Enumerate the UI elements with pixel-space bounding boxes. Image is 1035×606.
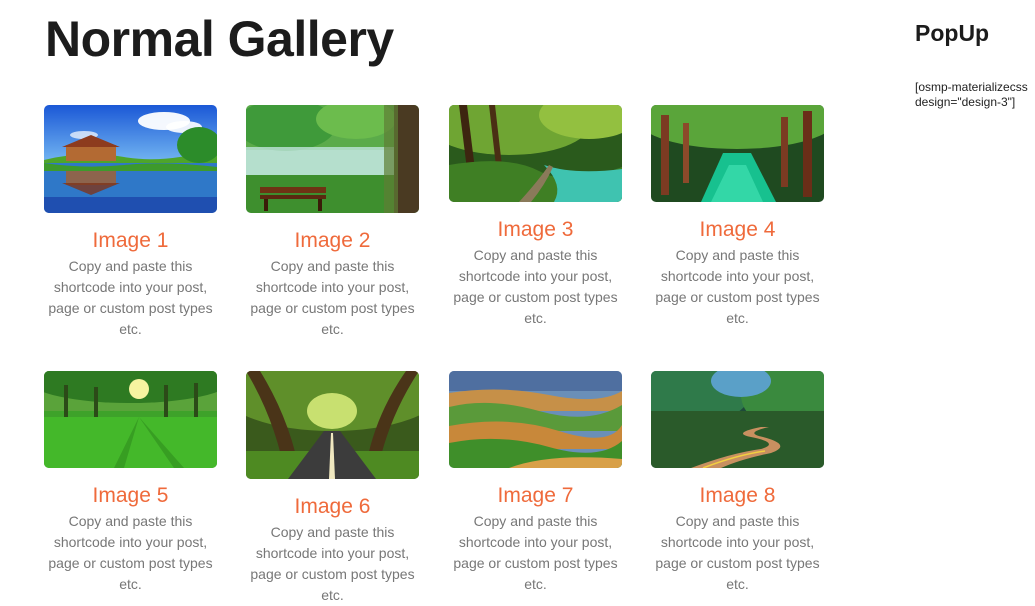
gallery-item-title[interactable]: Image 4 bbox=[651, 217, 824, 243]
gallery-image-link[interactable] bbox=[246, 371, 419, 479]
gallery-item: Image 2 Copy and paste this shortcode in… bbox=[246, 105, 419, 340]
gallery-image-link[interactable] bbox=[44, 105, 217, 213]
rolling-hills-image bbox=[449, 371, 622, 468]
gallery-item: Image 5 Copy and paste this shortcode in… bbox=[44, 371, 217, 595]
gallery-item-title[interactable]: Image 8 bbox=[651, 483, 824, 509]
gallery-item-description: Copy and paste this shortcode into your … bbox=[250, 524, 415, 603]
green-forest-canal-image bbox=[651, 105, 824, 202]
gallery-image-link[interactable] bbox=[246, 105, 419, 213]
gallery-item-title[interactable]: Image 3 bbox=[449, 217, 622, 243]
gallery-item-description: Copy and paste this shortcode into your … bbox=[655, 247, 820, 326]
gallery-image-link[interactable] bbox=[449, 371, 622, 468]
gallery-item: Image 3 Copy and paste this shortcode in… bbox=[449, 105, 622, 329]
sunlit-green-park-image bbox=[44, 371, 217, 468]
gallery-item-title[interactable]: Image 1 bbox=[44, 228, 217, 254]
sidebar-shortcode: [osmp-materializecss design="design-3"] bbox=[915, 80, 1028, 109]
winding-road-forest-image bbox=[651, 371, 824, 468]
gallery-item-title[interactable]: Image 2 bbox=[246, 228, 419, 254]
gallery-item: Image 8 Copy and paste this shortcode in… bbox=[651, 371, 824, 595]
gallery-item-description: Copy and paste this shortcode into your … bbox=[453, 247, 618, 326]
gallery-item: Image 1 Copy and paste this shortcode in… bbox=[44, 105, 217, 340]
gallery-item-description: Copy and paste this shortcode into your … bbox=[250, 258, 415, 337]
gallery-image-link[interactable] bbox=[651, 371, 824, 468]
gallery-image-link[interactable] bbox=[651, 105, 824, 202]
gallery-item-title[interactable]: Image 6 bbox=[246, 494, 419, 520]
gallery-item-description: Copy and paste this shortcode into your … bbox=[655, 513, 820, 592]
page-title: Normal Gallery bbox=[45, 11, 394, 67]
gallery-item-title[interactable]: Image 7 bbox=[449, 483, 622, 509]
gallery-item-title[interactable]: Image 5 bbox=[44, 483, 217, 509]
forest-river-path-image bbox=[449, 105, 622, 202]
gallery-item: Image 4 Copy and paste this shortcode in… bbox=[651, 105, 824, 329]
sidebar-title: PopUp bbox=[915, 20, 990, 46]
gallery-item: Image 7 Copy and paste this shortcode in… bbox=[449, 371, 622, 595]
gallery-image-link[interactable] bbox=[44, 371, 217, 468]
bench-by-lake-image bbox=[246, 105, 419, 213]
house-lake-reflection-image bbox=[44, 105, 217, 213]
gallery-item: Image 6 Copy and paste this shortcode in… bbox=[246, 371, 419, 606]
tree-tunnel-road-image bbox=[246, 371, 419, 479]
gallery-image-link[interactable] bbox=[449, 105, 622, 202]
gallery-item-description: Copy and paste this shortcode into your … bbox=[453, 513, 618, 592]
gallery-item-description: Copy and paste this shortcode into your … bbox=[48, 513, 213, 592]
gallery-item-description: Copy and paste this shortcode into your … bbox=[48, 258, 213, 337]
